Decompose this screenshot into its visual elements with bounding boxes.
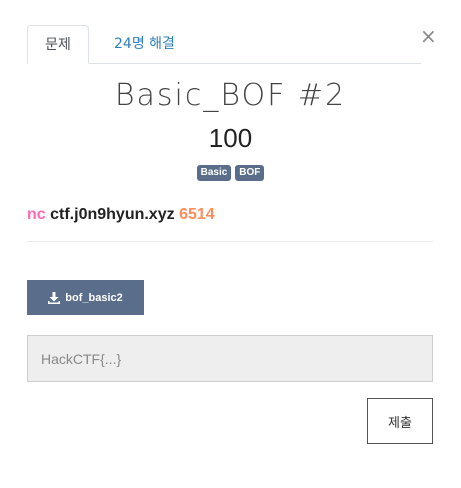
- challenge-value: 100: [208, 123, 253, 153]
- submit-button[interactable]: 제출: [367, 398, 433, 444]
- description-host: ctf.j0n9hyun.xyz: [50, 206, 175, 223]
- tab-challenge[interactable]: 문제: [27, 25, 89, 64]
- tab-bar: 문제 24명 해결: [27, 25, 421, 64]
- challenge-title: Basic_BOF #2: [114, 78, 347, 113]
- divider: [27, 241, 433, 242]
- challenge-description: nc ctf.j0n9hyun.xyz 6514: [27, 206, 215, 224]
- file-download-button[interactable]: bof_basic2: [27, 280, 144, 315]
- description-command: nc: [27, 206, 46, 223]
- tag-badge: Basic: [196, 165, 232, 181]
- flag-input[interactable]: [27, 335, 433, 382]
- tag-list: Basic BOF: [0, 165, 461, 181]
- challenge-modal: 문제 24명 해결 × Basic_BOF #2 100 Basic BOF n…: [0, 0, 461, 488]
- file-name: bof_basic2: [65, 291, 123, 304]
- tab-solves[interactable]: 24명 해결: [99, 25, 190, 63]
- close-icon[interactable]: ×: [420, 26, 437, 46]
- tag-badge: BOF: [235, 165, 265, 181]
- download-icon: [48, 291, 61, 304]
- description-port: 6514: [179, 206, 215, 223]
